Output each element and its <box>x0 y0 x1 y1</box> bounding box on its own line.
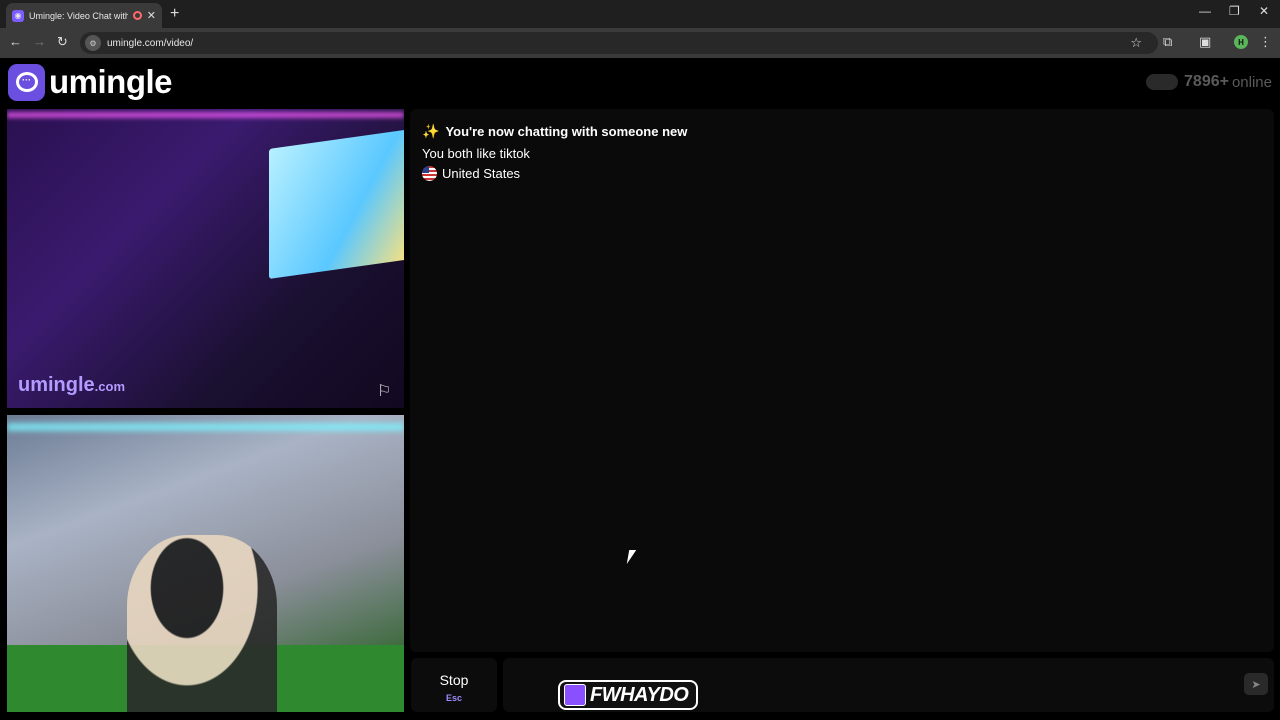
new-chat-text: You're now chatting with someone new <box>445 124 688 139</box>
umingle-logo[interactable]: ··· umingle <box>8 63 173 101</box>
stranger-video: umingle.com ⚐ <box>7 109 404 408</box>
video-neon-light <box>7 112 404 118</box>
chat-panel: ✨ You're now chatting with someone new Y… <box>410 109 1274 652</box>
back-icon[interactable]: ← <box>9 34 22 49</box>
video-tv-screen <box>269 129 404 279</box>
umingle-favicon-icon: ◉ <box>12 9 24 22</box>
video-person <box>127 535 277 712</box>
address-bar[interactable]: ⚙ umingle.com/video/ ☆ <box>80 32 1158 54</box>
browser-tab[interactable]: ◉ Umingle: Video Chat with S ✕ <box>6 3 162 28</box>
self-video <box>7 415 404 712</box>
country-text: United States <box>442 166 521 181</box>
system-message-interests: You both like tiktok <box>422 146 530 161</box>
stop-shortcut: Esc <box>445 693 462 703</box>
video-led-strip <box>7 423 404 431</box>
browser-tab-bar: ◉ Umingle: Video Chat with S ✕ + — ❐ ✕ <box>0 0 1280 28</box>
mode-toggle[interactable] <box>1146 74 1179 90</box>
profile-avatar[interactable]: H <box>1234 35 1248 49</box>
system-message-new-chat: ✨ You're now chatting with someone new <box>422 123 1262 140</box>
streamer-name: FWHAYDO <box>590 683 689 706</box>
restore-icon[interactable]: ❐ <box>1229 4 1240 18</box>
twitch-icon <box>564 684 586 706</box>
minimize-icon[interactable]: — <box>1199 4 1211 18</box>
close-window-icon[interactable]: ✕ <box>1259 4 1269 18</box>
us-flag-icon <box>422 166 437 181</box>
forward-icon[interactable]: → <box>33 34 46 49</box>
watermark-domain: .com <box>94 379 126 394</box>
system-message-country: United States <box>422 166 1262 181</box>
site-info-icon[interactable]: ⚙ <box>85 35 101 51</box>
watermark-text: umingle <box>18 374 95 396</box>
online-counter: 7896+ online <box>1146 73 1272 91</box>
menu-icon[interactable]: ⋮ <box>1259 34 1272 50</box>
sparkles-icon: ✨ <box>422 123 440 139</box>
send-button[interactable]: ➤ <box>1244 673 1268 695</box>
chat-bubble-logo-icon: ··· <box>8 63 45 101</box>
bookmark-star-icon[interactable]: ☆ <box>1130 35 1142 51</box>
tab-title: Umingle: Video Chat with S <box>29 10 128 21</box>
streamer-overlay: FWHAYDO <box>558 680 699 710</box>
new-tab-button[interactable]: + <box>170 5 179 23</box>
send-icon: ➤ <box>1251 678 1261 691</box>
umingle-watermark: umingle.com <box>18 374 125 397</box>
reload-icon[interactable]: ↻ <box>57 34 68 50</box>
stop-label: Stop <box>439 672 469 688</box>
recording-icon <box>132 11 142 20</box>
side-panel-icon[interactable]: ▣ <box>1199 34 1211 50</box>
stop-button[interactable]: Stop Esc <box>411 658 497 712</box>
logo-text: umingle <box>49 63 173 100</box>
close-tab-icon[interactable]: ✕ <box>147 9 156 22</box>
report-flag-icon[interactable]: ⚐ <box>377 381 391 401</box>
online-label: online <box>1231 73 1272 91</box>
extensions-icon[interactable]: ⧉ <box>1163 34 1172 50</box>
url-text: umingle.com/video/ <box>107 37 194 49</box>
online-count: 7896+ <box>1184 73 1229 90</box>
browser-toolbar: ← → ↻ ⚙ umingle.com/video/ ☆ ⧉ ▣ ⋮ <box>0 28 1280 58</box>
